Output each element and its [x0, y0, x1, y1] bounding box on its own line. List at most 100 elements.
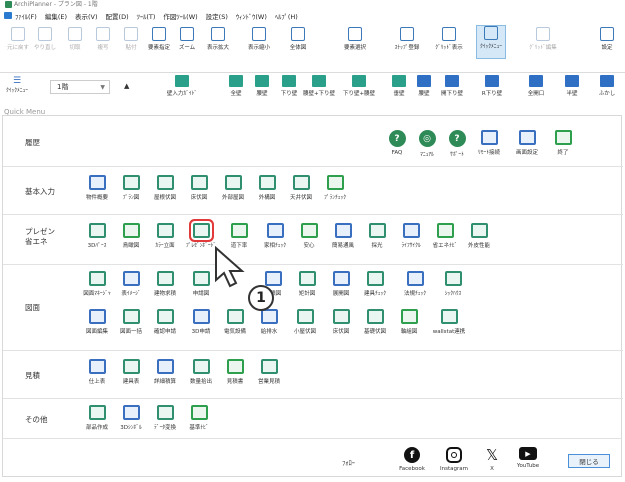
drop-wall-button[interactable]: 垂壁 — [385, 75, 413, 97]
youtube-icon: ▶ — [519, 447, 537, 460]
youtube-link[interactable]: ▶ YouTube — [508, 447, 548, 469]
zoom-out-button[interactable]: 表示縮小 — [244, 27, 274, 51]
settings-button[interactable]: 設定 — [592, 27, 622, 51]
color-elevation-button[interactable]: ｶﾗｰ立面 — [145, 223, 185, 249]
drop-wall-icon — [392, 75, 406, 87]
hanging-wall-button[interactable]: 下り壁 — [275, 75, 303, 97]
fit-icon — [291, 27, 305, 41]
sick-house-icon — [444, 271, 462, 286]
feng-shui-icon — [266, 223, 284, 238]
quick-menu-toggle[interactable]: ☰ ｸｲｯｸﾒﾆｭｰ — [4, 76, 30, 94]
confirmation-application-button[interactable]: 確認申請 — [145, 309, 185, 335]
standard-navi-button[interactable]: 基準ﾅﾋﾞ — [179, 405, 219, 431]
support-icon: ? — [448, 130, 466, 147]
facebook-link[interactable]: f Facebook — [392, 447, 432, 472]
full-wall-button[interactable]: 全壁 — [222, 75, 250, 97]
select-element-button[interactable]: 要素指定 — [144, 27, 174, 51]
paste-icon — [124, 27, 138, 41]
hamburger-icon: ☰ — [12, 76, 22, 86]
ceiling-icon — [292, 175, 310, 190]
zoom-in-button[interactable]: 表示拡大 — [203, 27, 233, 51]
estimate-section: 見積 仕上表 建具表 詳細積算 数量拾出 見積書 営業見積 — [3, 350, 623, 398]
follow-label: ﾌｫﾛｰ — [342, 459, 355, 467]
framing-elevation-button[interactable]: 軸組図 — [389, 309, 429, 335]
fit-all-button[interactable]: 全体図 — [283, 27, 313, 51]
snap-register-button[interactable]: ｽﾅｯﾌﾟ登録 — [392, 27, 422, 51]
exterior-icon — [224, 175, 242, 190]
wall-guide-button[interactable]: 壁入力ｶﾞｲﾄﾞ — [167, 75, 197, 97]
plumbing-icon — [260, 309, 278, 324]
window-title: ArchiPlanner - プラン図 - 1階 — [14, 1, 98, 8]
exit-icon — [554, 130, 572, 145]
close-button[interactable]: 閉じる — [568, 454, 610, 468]
undo-button[interactable]: 元に戻す — [3, 27, 33, 51]
foundation-icon — [366, 309, 384, 324]
hanging-waist-icon — [352, 75, 366, 87]
building-area-button[interactable]: 建物求積 — [145, 271, 185, 297]
title-bar: ArchiPlanner - プラン図 - 1階 — [0, 0, 625, 10]
grid-display-button[interactable]: ｸﾞﾘｯﾄﾞ表示 — [434, 27, 464, 51]
hanging-wall-icon — [282, 75, 296, 87]
menu-view[interactable]: 表示(V) — [75, 11, 98, 21]
wallstat-button[interactable]: wallstat連携 — [429, 309, 469, 335]
app-icon — [5, 1, 12, 8]
zoom-button[interactable]: ズーム — [172, 27, 202, 51]
r-hanging-button[interactable]: R下り壁 — [478, 75, 506, 97]
menu-settings[interactable]: 設定(S) — [206, 11, 228, 21]
grid-edit-button[interactable]: ｸﾞﾘｯﾄﾞ編集 — [528, 27, 558, 51]
attic-plan-button[interactable]: 小屋伏図 — [285, 309, 325, 335]
menu-help[interactable]: ﾍﾙﾌﾟ(H) — [275, 11, 298, 21]
menu-edit[interactable]: 編集(E) — [45, 11, 67, 21]
floor-up-icon[interactable]: ▲ — [124, 82, 129, 90]
wallstat-icon — [440, 309, 458, 324]
cut-button[interactable]: 切取 — [60, 27, 90, 51]
hanging-waist-button[interactable]: 下り壁+腰壁 — [343, 75, 375, 97]
remote-connect-button[interactable]: ﾘﾓｰﾄ接続 — [469, 130, 509, 156]
furring-button[interactable]: ふかし — [593, 75, 621, 97]
sick-house-button[interactable]: ｼｯｸﾊｳｽ — [433, 271, 473, 297]
menu-draw-tools[interactable]: 作図ﾂｰﾙ(W) — [163, 11, 197, 21]
waist-wall-button[interactable]: 腰壁 — [248, 75, 276, 97]
plan-check-button[interactable]: ﾌﾟﾗﾝﾁｪｯｸ — [315, 175, 355, 201]
table-image-icon — [122, 271, 140, 286]
menu-file[interactable]: ﾌｧｲﾙ(F) — [15, 11, 37, 21]
full-opening-button[interactable]: 全開口 — [522, 75, 550, 97]
quick-menu-button[interactable]: ｸｲｯｸﾒﾆｭｰ — [476, 25, 506, 59]
waist-hanging-button[interactable]: 腰壁+下り壁 — [303, 75, 335, 97]
application-icon — [192, 271, 210, 286]
roof-icon — [156, 175, 174, 190]
redo-button[interactable]: やり直し — [30, 27, 60, 51]
fitting-check-button[interactable]: 建具ﾁｪｯｸ — [355, 271, 395, 297]
open-hanging-button[interactable]: 開下り壁 — [438, 75, 466, 97]
plan-icon — [122, 175, 140, 190]
screen-settings-button[interactable]: 画面設定 — [507, 130, 547, 156]
envelope-performance-button[interactable]: 外皮性能 — [459, 223, 499, 249]
waist-wall-2-button[interactable]: 腰壁 — [410, 75, 438, 97]
x-link[interactable]: 𝕏 X — [472, 447, 512, 472]
floor-select[interactable]: 1階 ▼ — [50, 80, 110, 94]
plumbing-button[interactable]: 給排水 — [249, 309, 289, 335]
area-icon — [156, 271, 174, 286]
detailed-estimate-button[interactable]: 詳細積算 — [145, 359, 185, 385]
zoom-icon — [180, 27, 194, 41]
element-select-button[interactable]: 要素選択 — [340, 27, 370, 51]
copy-button[interactable]: 複写 — [88, 27, 118, 51]
paste-button[interactable]: 貼付 — [116, 27, 146, 51]
drawings-label: 図面 — [25, 303, 40, 312]
furring-icon — [600, 75, 614, 87]
sales-estimate-button[interactable]: 営業見積 — [249, 359, 289, 385]
menu-tools[interactable]: ﾂｰﾙ(T) — [137, 11, 156, 21]
presentation-label: プレゼン 省エネ — [25, 227, 55, 246]
floor-framing-icon — [332, 309, 350, 324]
main-toolbar: 元に戻す やり直し 切取 複写 貼付 要素指定 ズーム 表示拡大 表示縮小 全体… — [0, 21, 625, 73]
menu-window[interactable]: ｳｨﾝﾄﾞｳ(W) — [236, 11, 267, 21]
full-opening-icon — [529, 75, 543, 87]
exit-button[interactable]: 終了 — [543, 130, 583, 156]
menu-place[interactable]: 配置(D) — [106, 11, 129, 21]
regulation-check-button[interactable]: 法規ﾁｪｯｸ — [395, 271, 435, 297]
facebook-icon: f — [404, 447, 420, 463]
zoom-out-icon — [252, 27, 266, 41]
half-wall-button[interactable]: 半壁 — [558, 75, 586, 97]
faq-icon: ? — [388, 130, 406, 147]
instagram-link[interactable]: Instagram — [434, 447, 474, 472]
